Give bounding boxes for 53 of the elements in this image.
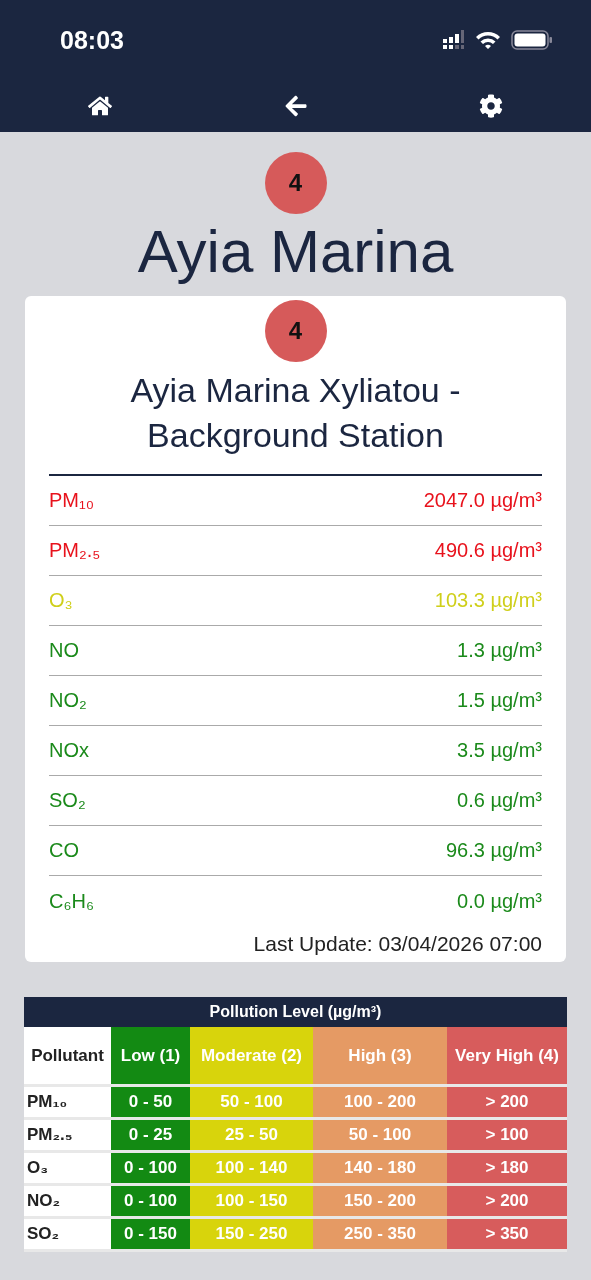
battery-icon: [511, 30, 553, 50]
table-cell: 150 - 250: [190, 1219, 313, 1252]
table-cell: 0 - 100: [111, 1186, 190, 1219]
pollutant-name: PM₂.₅: [49, 539, 101, 562]
pollutant-name: NO: [49, 639, 79, 662]
pollutant-name: NO₂: [49, 689, 87, 712]
pollutant-value: 3.5 µg/m³: [457, 739, 542, 762]
table-cell: > 100: [447, 1120, 567, 1153]
settings-icon[interactable]: [477, 92, 505, 120]
column-header: Low (1): [111, 1027, 190, 1087]
table-cell: 0 - 25: [111, 1120, 190, 1153]
level-badge: 4: [264, 300, 327, 362]
table-cell: 150 - 200: [313, 1186, 447, 1219]
pollutant-value: 2047.0 µg/m³: [423, 489, 542, 512]
table-title: Pollution Level (µg/m³): [24, 997, 567, 1027]
pollutant-name: O₃: [49, 589, 73, 612]
pollutant-name: NOx: [49, 739, 89, 762]
pollutant-value: 1.5 µg/m³: [457, 689, 542, 712]
signal-icon: [443, 30, 465, 50]
table-cell: 50 - 100: [190, 1087, 313, 1120]
column-header: High (3): [313, 1027, 447, 1087]
table-cell: 0 - 150: [111, 1219, 190, 1252]
table-cell: 0 - 100: [111, 1153, 190, 1186]
table-cell: 100 - 140: [190, 1153, 313, 1186]
table-cell: > 200: [447, 1186, 567, 1219]
pollutant-value: 1.3 µg/m³: [457, 639, 542, 662]
table-cell: 140 - 180: [313, 1153, 447, 1186]
table-cell: > 180: [447, 1153, 567, 1186]
pollutant-name: SO₂: [49, 789, 86, 812]
last-update: Last Update: 03/04/2026 07:00: [253, 932, 542, 956]
pollutant-value: 96.3 µg/m³: [446, 839, 542, 862]
table-cell: 50 - 100: [313, 1120, 447, 1153]
pollutant-value: 0.6 µg/m³: [457, 789, 542, 812]
table-cell: > 200: [447, 1087, 567, 1120]
column-header: Moderate (2): [190, 1027, 313, 1087]
column-header: Very High (4): [447, 1027, 567, 1087]
pollutant-value: 103.3 µg/m³: [434, 589, 542, 612]
level-badge: 4: [264, 152, 327, 214]
pollutant-name: C₆H₆: [49, 889, 95, 913]
table-cell: 250 - 350: [313, 1219, 447, 1252]
pollutant-name: CO: [49, 839, 79, 862]
station-name: Ayia Marina Xyliatou - Background Station: [49, 368, 542, 476]
wifi-icon: [475, 30, 501, 50]
table-cell: 100 - 150: [190, 1186, 313, 1219]
pollutant-value: 490.6 µg/m³: [434, 539, 542, 562]
table-cell: > 350: [447, 1219, 567, 1252]
region-title: Ayia Marina: [137, 217, 454, 287]
pollutant-name: PM₁₀: [49, 489, 95, 512]
pollutant-value: 0.0 µg/m³: [457, 889, 542, 913]
table-cell: 0 - 50: [111, 1087, 190, 1120]
table-cell: 100 - 200: [313, 1087, 447, 1120]
status-time: 08:03: [60, 25, 124, 55]
table-cell: 25 - 50: [190, 1120, 313, 1153]
